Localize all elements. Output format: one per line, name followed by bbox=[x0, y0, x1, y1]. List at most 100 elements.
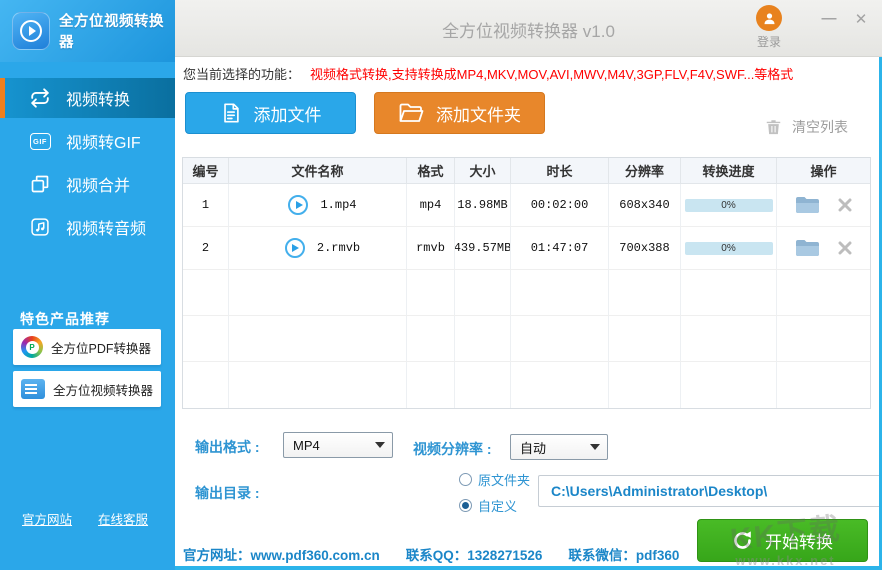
sidebar: 全方位视频转换器 视频转换 GIF 视频转GIF 视频合并 视频转音频 特色产品… bbox=[0, 0, 175, 570]
col-header-progress: 转换进度 bbox=[681, 158, 777, 183]
function-value: 视频格式转换,支持转换成MP4,MKV,MOV,AVI,MWV,M4V,3GP,… bbox=[310, 67, 794, 82]
video-resolution-select[interactable]: 自动 bbox=[510, 434, 608, 460]
product-label: 全方位视频转换器 bbox=[53, 383, 154, 398]
user-avatar-icon bbox=[756, 5, 782, 31]
cell-resolution: 700x388 bbox=[609, 227, 681, 269]
app-window: 全方位视频转换器 视频转换 GIF 视频转GIF 视频合并 视频转音频 特色产品… bbox=[0, 0, 882, 570]
progress-value: 0% bbox=[721, 242, 736, 254]
empty-table-row bbox=[183, 362, 870, 408]
app-logo: 全方位视频转换器 bbox=[0, 0, 175, 62]
folder-icon bbox=[399, 103, 424, 122]
sidebar-menu: 视频转换 GIF 视频转GIF 视频合并 视频转音频 bbox=[0, 78, 175, 247]
main-area: 全方位视频转换器 v1.0 登录 — ✕ 您当前选择的功能： 视频格式转换,支持转… bbox=[175, 0, 882, 570]
add-file-label: 添加文件 bbox=[253, 105, 322, 125]
table-header-row: 编号 文件名称 格式 大小 时长 分辨率 转换进度 操作 bbox=[183, 158, 870, 184]
radio-label: 自定义 bbox=[478, 499, 518, 514]
add-folder-label: 添加文件夹 bbox=[436, 105, 521, 125]
radio-custom-folder[interactable]: 自定义 bbox=[459, 496, 530, 515]
play-button[interactable] bbox=[288, 195, 309, 215]
chevron-down-icon bbox=[590, 444, 600, 450]
col-header-operation: 操作 bbox=[810, 164, 837, 179]
product-card-video-converter[interactable]: 全方位视频转换器 bbox=[13, 371, 161, 407]
app-logo-text: 全方位视频转换器 bbox=[59, 14, 164, 51]
app-logo-icon bbox=[12, 12, 50, 50]
clear-list-button[interactable]: 清空列表 bbox=[765, 117, 848, 137]
video-converter-icon bbox=[21, 379, 45, 399]
progress-value: 0% bbox=[721, 199, 736, 211]
cell-size: 18.98MB bbox=[455, 184, 511, 226]
col-header-size: 大小 bbox=[455, 158, 511, 183]
output-format-select[interactable]: MP4 bbox=[283, 432, 393, 458]
close-button[interactable]: ✕ bbox=[850, 10, 872, 28]
video-resolution-label: 视频分辨率 : bbox=[413, 441, 492, 457]
radio-original-folder[interactable]: 原文件夹 bbox=[459, 470, 530, 489]
document-icon bbox=[223, 103, 239, 123]
product-label: 全方位PDF转换器 bbox=[51, 341, 152, 356]
sidebar-links: 官方网站 在线客服 bbox=[22, 509, 148, 528]
cell-filename: 1.mp4 bbox=[320, 198, 357, 212]
remove-file-icon[interactable] bbox=[838, 241, 852, 255]
output-dir-radio-group: 原文件夹 自定义 bbox=[459, 470, 530, 515]
product-card-pdf-converter[interactable]: P 全方位PDF转换器 bbox=[13, 329, 161, 365]
sidebar-item-video-convert[interactable]: 视频转换 bbox=[0, 78, 175, 118]
open-folder-icon[interactable] bbox=[795, 238, 820, 258]
contact-info: 官方网址：www.pdf360.com.cn 联系QQ：1328271526 联… bbox=[183, 544, 679, 564]
repeat-arrows-icon bbox=[28, 86, 52, 110]
output-dir-label: 输出目录 : bbox=[195, 485, 260, 501]
output-path-input[interactable] bbox=[538, 475, 882, 507]
window-border-bottom bbox=[175, 566, 882, 570]
add-file-button[interactable]: 添加文件 bbox=[185, 92, 356, 134]
output-format-label: 输出格式 : bbox=[195, 439, 260, 455]
merge-overlap-icon bbox=[28, 172, 52, 196]
function-label: 您当前选择的功能： bbox=[183, 67, 301, 82]
file-table: 编号 文件名称 格式 大小 时长 分辨率 转换进度 操作 1 1.mp4 mp4… bbox=[182, 157, 871, 409]
sidebar-item-label: 视频合并 bbox=[66, 178, 131, 195]
play-button[interactable] bbox=[284, 238, 305, 258]
cell-format: mp4 bbox=[407, 184, 455, 226]
sidebar-item-video-to-audio[interactable]: 视频转音频 bbox=[0, 207, 175, 247]
titlebar: 全方位视频转换器 v1.0 登录 — ✕ bbox=[175, 0, 882, 57]
col-header-filename: 文件名称 bbox=[229, 158, 407, 183]
open-folder-icon[interactable] bbox=[795, 195, 820, 215]
sidebar-item-label: 视频转音频 bbox=[66, 221, 147, 238]
clear-list-label: 清空列表 bbox=[792, 119, 848, 135]
sidebar-item-video-to-gif[interactable]: GIF 视频转GIF bbox=[0, 121, 175, 161]
progress-bar: 0% bbox=[684, 198, 773, 212]
cell-duration: 00:02:00 bbox=[511, 184, 609, 226]
start-convert-button[interactable]: 开始转换 bbox=[697, 519, 868, 562]
chevron-down-icon bbox=[375, 442, 385, 448]
add-folder-button[interactable]: 添加文件夹 bbox=[374, 92, 545, 134]
video-resolution-value: 自动 bbox=[520, 440, 547, 456]
cell-duration: 01:47:07 bbox=[511, 227, 609, 269]
sidebar-item-video-merge[interactable]: 视频合并 bbox=[0, 164, 175, 204]
col-header-no: 编号 bbox=[183, 158, 229, 183]
cell-filename: 2.rmvb bbox=[316, 241, 361, 255]
remove-file-icon[interactable] bbox=[838, 198, 852, 212]
progress-bar: 0% bbox=[684, 241, 773, 255]
gif-icon: GIF bbox=[28, 129, 52, 153]
online-support-link[interactable]: 在线客服 bbox=[98, 509, 148, 528]
function-description: 您当前选择的功能： 视频格式转换,支持转换成MP4,MKV,MOV,AVI,MWV… bbox=[183, 64, 793, 83]
login-label: 登录 bbox=[756, 35, 781, 49]
official-site-link[interactable]: 官方网站 bbox=[22, 509, 72, 528]
contact-qq-text: 联系QQ：1328271526 bbox=[405, 548, 543, 563]
empty-table-row bbox=[183, 270, 870, 316]
empty-table-row bbox=[183, 316, 870, 362]
cell-format: rmvb bbox=[407, 227, 455, 269]
music-note-icon bbox=[28, 215, 52, 239]
cell-size: 439.57MB bbox=[455, 227, 511, 269]
cell-no: 2 bbox=[183, 227, 229, 269]
col-header-resolution: 分辨率 bbox=[609, 158, 681, 183]
col-header-format: 格式 bbox=[407, 158, 455, 183]
trash-icon bbox=[766, 120, 781, 135]
minimize-button[interactable]: — bbox=[818, 10, 840, 27]
login-button[interactable]: 登录 bbox=[749, 5, 789, 50]
sidebar-item-label: 视频转换 bbox=[66, 92, 131, 109]
sidebar-item-label: 视频转GIF bbox=[66, 135, 141, 152]
refresh-circle-icon bbox=[734, 531, 751, 549]
cell-no: 1 bbox=[183, 184, 229, 226]
radio-icon-selected bbox=[459, 499, 472, 512]
official-url-text: 官方网址：www.pdf360.com.cn bbox=[183, 548, 380, 563]
pdf-converter-icon: P bbox=[21, 336, 43, 358]
output-format-value: MP4 bbox=[293, 437, 320, 453]
